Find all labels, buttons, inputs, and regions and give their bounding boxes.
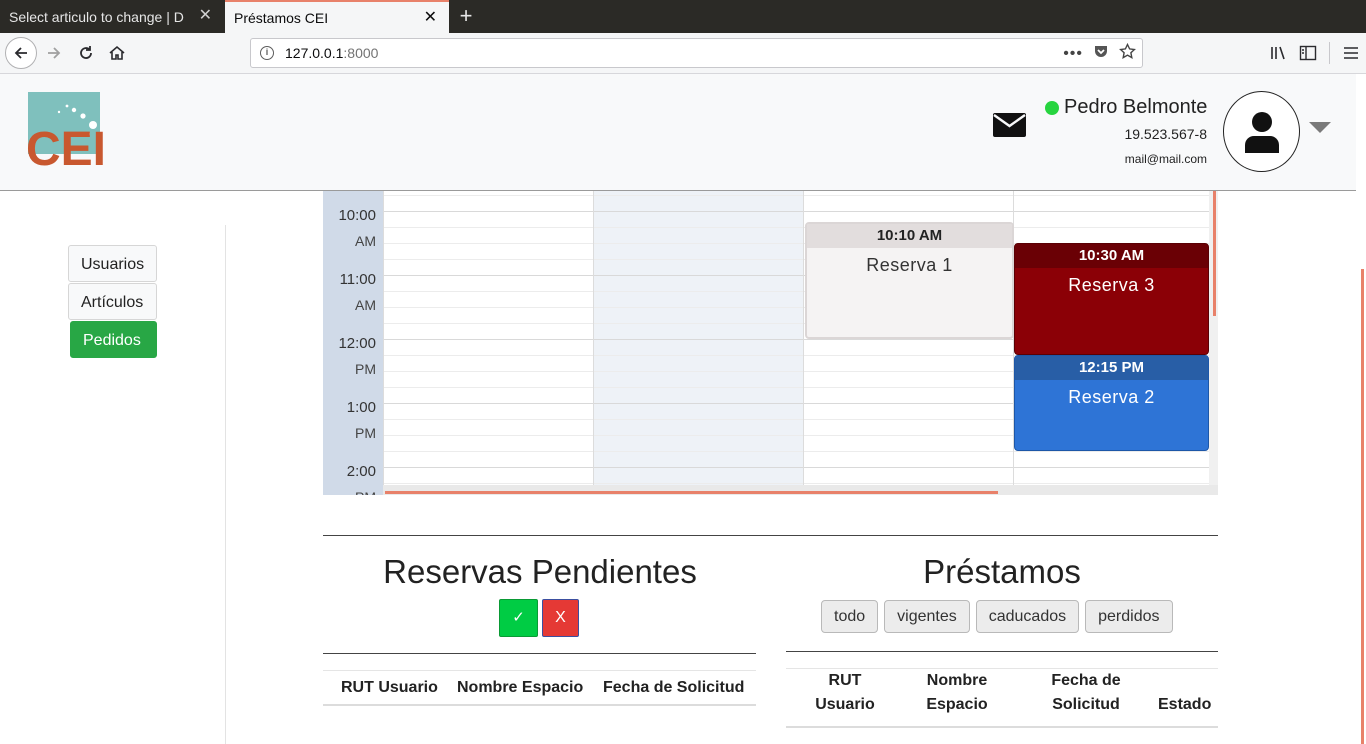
reservas-pendientes-title: Reservas Pendientes (383, 553, 697, 590)
time-label: 11:00 AM (339, 271, 376, 313)
back-arrow-icon[interactable] (5, 37, 37, 69)
browser-tab-strip: Select articulo to change | D ✕ Préstamo… (0, 0, 1366, 33)
section-divider (323, 535, 1218, 536)
event-title: Reserva 3 (1068, 275, 1155, 295)
user-name: Pedro Belmonte (1045, 96, 1207, 119)
close-icon[interactable]: ✕ (199, 8, 212, 24)
prestamos-title: Préstamos (923, 553, 1081, 590)
sidebar-item-usuarios[interactable]: Usuarios (68, 245, 158, 282)
sidebar-item-pedidos[interactable]: Pedidos (70, 321, 158, 358)
app-header: CEI Pedro Belmonte 19.523.567-8 mail@mai… (0, 74, 1356, 191)
today-column (593, 191, 803, 485)
tab-title: Select articulo to change | D (9, 8, 184, 25)
url-text: 127.0.0.1:8000 (285, 45, 378, 61)
reservas-table: RUT Usuario Nombre Espacio Fecha de Soli… (323, 653, 756, 706)
bookmark-star-icon[interactable] (1119, 42, 1136, 65)
browser-nav-bar: i 127.0.0.1:8000 ••• (0, 33, 1366, 74)
reject-button[interactable]: X (542, 599, 579, 637)
time-label: 12:00 PM (338, 335, 376, 377)
event-title: Reserva 1 (866, 255, 953, 275)
calendar-vertical-scrollbar[interactable] (1209, 191, 1218, 485)
table-header: RUT Usuario Nombre Espacio Fecha de Soli… (786, 668, 1218, 728)
tab-title: Préstamos CEI (234, 9, 329, 26)
user-rut: 19.523.567-8 (1124, 126, 1207, 142)
column-header[interactable]: Estado (1158, 693, 1211, 717)
url-port: :8000 (343, 45, 379, 61)
calendar-horizontal-scrollbar[interactable] (383, 485, 1218, 495)
column-header[interactable]: RUT Usuario (341, 679, 438, 697)
filter-todo-button[interactable]: todo (821, 600, 879, 633)
time-label: 10:00 AM (338, 207, 376, 249)
filter-perdidos-button[interactable]: perdidos (1085, 600, 1173, 633)
user-avatar-icon[interactable] (1223, 91, 1300, 172)
logo-text: CEI (26, 123, 105, 168)
column-header[interactable]: Fecha de Solicitud (1042, 669, 1130, 717)
calendar-event[interactable]: 10:30 AM Reserva 3 (1014, 243, 1209, 355)
sidebar-toggle-icon[interactable] (1293, 38, 1323, 68)
browser-tab[interactable]: Select articulo to change | D ✕ (0, 0, 224, 33)
sidebar-item-articulos[interactable]: Artículos (68, 283, 158, 320)
close-icon[interactable]: ✕ (424, 10, 437, 26)
prestamos-table: RUT Usuario Nombre Espacio Fecha de Soli… (786, 651, 1218, 728)
prestamos-filters: todo vigentes caducados perdidos (821, 600, 1173, 633)
url-host: 127.0.0.1 (285, 45, 344, 61)
event-time: 10:30 AM (1015, 244, 1208, 268)
page-scrollbar[interactable] (1356, 191, 1366, 744)
info-icon[interactable]: i (260, 46, 274, 60)
url-bar[interactable]: i 127.0.0.1:8000 ••• (250, 38, 1143, 68)
menu-icon[interactable] (1336, 38, 1366, 68)
forward-arrow-icon[interactable] (39, 38, 69, 68)
column-header[interactable]: Nombre Espacio (457, 679, 583, 697)
caret-down-icon[interactable] (1309, 122, 1331, 133)
filter-vigentes-button[interactable]: vigentes (884, 600, 970, 633)
column-header[interactable]: RUT Usuario (814, 669, 876, 717)
event-time: 12:15 PM (1015, 356, 1208, 380)
home-icon[interactable] (102, 38, 132, 68)
online-status-dot (1045, 100, 1059, 115)
column-header[interactable]: Fecha de Solicitud (603, 679, 744, 697)
pocket-icon[interactable] (1093, 44, 1109, 65)
user-email: mail@mail.com (1124, 152, 1207, 166)
time-column: 10:00AM 11:00AM 12:00PM 1:00PM 2:00PM (323, 191, 383, 495)
calendar: 10:00AM 11:00AM 12:00PM 1:00PM 2:00PM 10… (323, 191, 1218, 495)
event-title: Reserva 2 (1068, 387, 1155, 407)
more-actions-icon[interactable]: ••• (1063, 45, 1083, 63)
sidebar-divider (225, 225, 226, 744)
calendar-event[interactable]: 12:15 PM Reserva 2 (1014, 355, 1209, 451)
event-time: 10:10 AM (807, 224, 1012, 248)
calendar-event[interactable]: 10:10 AM Reserva 1 (805, 222, 1014, 339)
reload-icon[interactable] (71, 38, 101, 68)
approve-button[interactable]: ✓ (499, 599, 538, 637)
time-label: 1:00 PM (346, 399, 376, 441)
table-header: RUT Usuario Nombre Espacio Fecha de Soli… (323, 670, 756, 706)
time-label: 2:00PM (346, 463, 376, 495)
filter-caducados-button[interactable]: caducados (975, 600, 1080, 633)
browser-tab-active[interactable]: Préstamos CEI ✕ (225, 0, 449, 33)
user-name-text: Pedro Belmonte (1064, 96, 1208, 118)
mail-icon[interactable] (993, 113, 1026, 137)
sidebar: Usuarios Artículos Pedidos (68, 245, 158, 359)
cei-logo[interactable]: CEI (25, 92, 106, 176)
library-icon[interactable] (1263, 38, 1293, 68)
column-header[interactable]: Nombre Espacio (922, 669, 992, 717)
new-tab-icon[interactable]: + (454, 4, 478, 28)
